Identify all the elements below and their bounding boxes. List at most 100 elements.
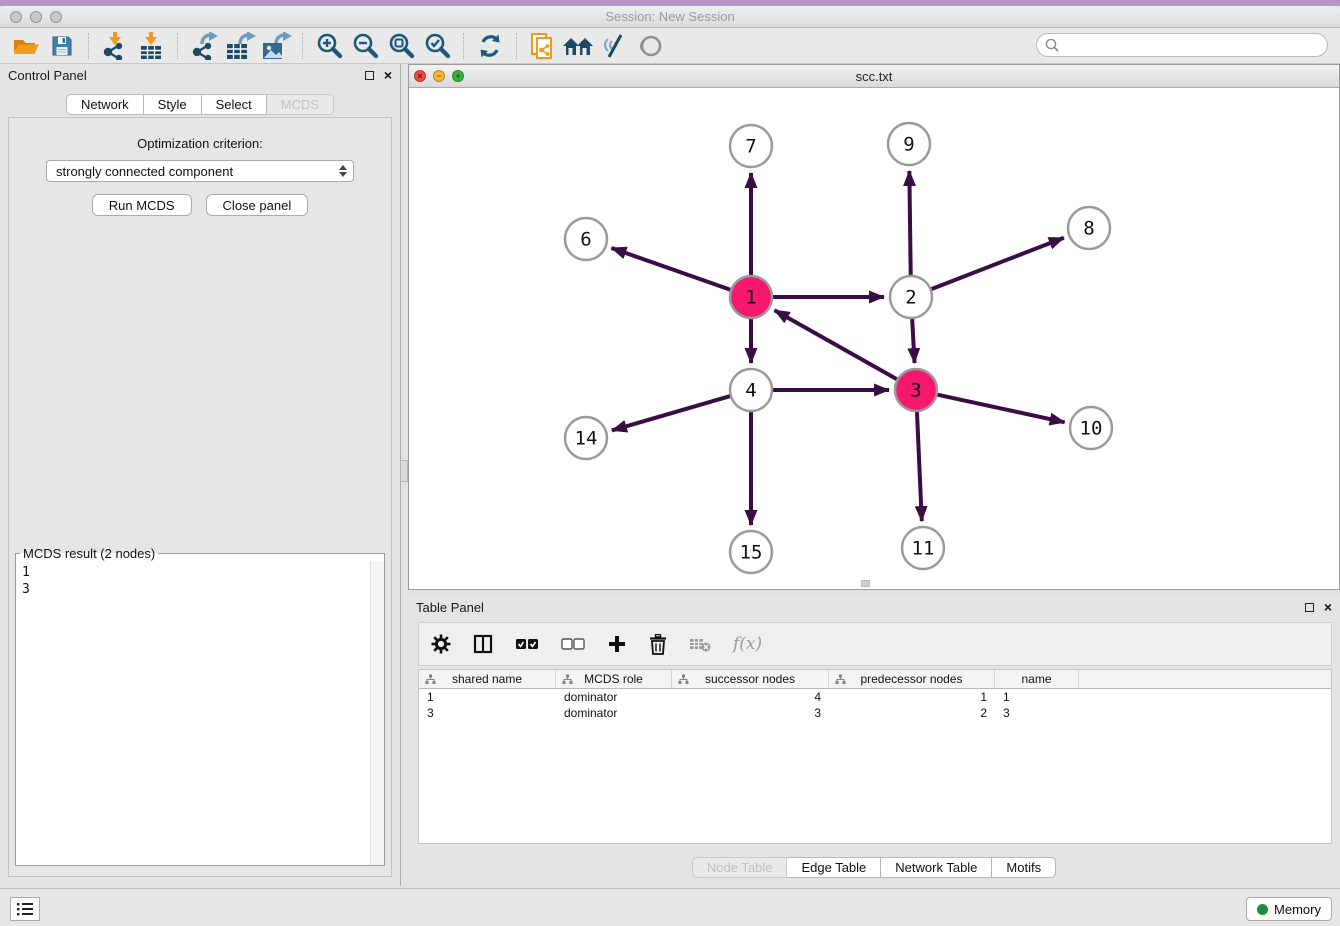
memory-status-icon: [1257, 904, 1268, 915]
zoom-fit-button[interactable]: [383, 31, 419, 61]
result-scrollbar[interactable]: [370, 561, 384, 865]
table-toolbar: f(x): [418, 622, 1332, 666]
column-type-icon: [678, 674, 689, 685]
export-table-button[interactable]: [222, 31, 258, 61]
toolbar-separator: [516, 33, 517, 59]
table-panel: Table Panel ×: [408, 596, 1340, 888]
select-stepper-icon: [339, 161, 347, 181]
close-table-panel-icon[interactable]: ×: [1324, 600, 1332, 614]
optimization-criterion-select[interactable]: strongly connected component: [46, 160, 354, 182]
import-network-icon: [100, 32, 130, 60]
optimization-criterion-label: Optimization criterion:: [9, 136, 391, 151]
show-network-button[interactable]: [633, 31, 669, 61]
column-type-icon: [562, 674, 573, 685]
graph-node-label-10: 10: [1080, 418, 1103, 440]
column-header-shared-name[interactable]: shared name: [419, 670, 556, 688]
cell-name: 1: [995, 690, 1079, 704]
close-panel-icon[interactable]: ×: [384, 68, 392, 82]
network-window-titlebar[interactable]: × − + scc.txt: [409, 65, 1339, 88]
main-titlebar: Session: New Session: [0, 6, 1340, 28]
control-panel: Control Panel × Network Style Select MCD…: [0, 64, 401, 886]
network-canvas[interactable]: 7968124314101511: [409, 88, 1339, 589]
table-row[interactable]: 1 dominator 4 1 1: [419, 689, 1331, 705]
export-image-icon: [260, 32, 292, 60]
save-session-button[interactable]: [44, 31, 80, 61]
mcds-result-line: 3: [22, 581, 363, 598]
memory-button[interactable]: Memory: [1246, 897, 1332, 921]
mcds-tab-content: Optimization criterion: strongly connect…: [8, 117, 392, 877]
network-graph: 7968124314101511: [409, 88, 1339, 589]
tab-edge-table[interactable]: Edge Table: [787, 857, 881, 878]
column-type-icon: [835, 674, 846, 685]
graph-edge-3-11[interactable]: [916, 396, 922, 521]
column-header-predecessor-nodes[interactable]: predecessor nodes: [829, 670, 995, 688]
search-field[interactable]: [1036, 33, 1328, 57]
tab-network-table[interactable]: Network Table: [881, 857, 992, 878]
column-header-name[interactable]: name: [995, 670, 1079, 688]
delete-column-button[interactable]: [649, 634, 667, 655]
table-settings-button[interactable]: [431, 634, 451, 654]
tab-mcds[interactable]: MCDS: [267, 94, 334, 115]
graph-edge-3-10[interactable]: [922, 391, 1065, 422]
open-session-button[interactable]: [8, 31, 44, 61]
select-all-rows-button[interactable]: [515, 637, 539, 651]
cell-mcds-role: dominator: [556, 706, 672, 720]
run-mcds-button[interactable]: Run MCDS: [92, 194, 192, 216]
show-columns-button[interactable]: [473, 634, 493, 654]
table-row[interactable]: 3 dominator 3 2 3: [419, 705, 1331, 721]
import-table-button[interactable]: [133, 31, 169, 61]
show-all-networks-button[interactable]: [561, 31, 597, 61]
graph-edge-4-14[interactable]: [612, 392, 745, 431]
search-icon: [1044, 37, 1060, 53]
cell-predecessor-nodes: 2: [829, 706, 995, 720]
panel-divider-grip[interactable]: [400, 460, 408, 482]
zoom-out-button[interactable]: [347, 31, 383, 61]
memory-label: Memory: [1274, 902, 1321, 917]
delete-table-icon: [689, 635, 711, 653]
graph-node-label-7: 7: [745, 136, 756, 158]
close-panel-button[interactable]: Close panel: [206, 194, 309, 216]
show-network-icon: [637, 33, 665, 59]
export-network-button[interactable]: [186, 31, 222, 61]
graph-edge-3-1[interactable]: [775, 310, 911, 387]
export-image-button[interactable]: [258, 31, 294, 61]
canvas-scrollbar-thumb[interactable]: [861, 580, 870, 587]
toolbar-separator: [88, 33, 89, 59]
tab-style[interactable]: Style: [144, 94, 202, 115]
import-network-button[interactable]: [97, 31, 133, 61]
zoom-selected-button[interactable]: [419, 31, 455, 61]
task-history-button[interactable]: [10, 897, 40, 921]
deselect-all-rows-button[interactable]: [561, 637, 585, 651]
tab-motifs[interactable]: Motifs: [992, 857, 1056, 878]
graph-node-label-4: 4: [745, 380, 756, 402]
main-toolbar: [0, 28, 1340, 64]
column-header-successor-nodes[interactable]: successor nodes: [672, 670, 829, 688]
hide-network-button[interactable]: [597, 31, 633, 61]
zoom-selected-icon: [424, 32, 451, 59]
float-panel-icon[interactable]: [365, 71, 374, 80]
window-title: Session: New Session: [0, 9, 1340, 24]
search-input[interactable]: [1060, 35, 1327, 55]
apply-layout-button[interactable]: [472, 31, 508, 61]
mcds-result-group: MCDS result (2 nodes) 1 3: [15, 546, 385, 866]
zoom-in-icon: [316, 32, 343, 59]
create-column-button[interactable]: [607, 634, 627, 654]
clone-network-button[interactable]: [525, 31, 561, 61]
graph-edge-1-6[interactable]: [611, 248, 745, 295]
add-icon: [607, 634, 627, 654]
application-window: Session: New Session: [0, 0, 1340, 926]
graph-edge-2-8[interactable]: [917, 238, 1064, 295]
graph-node-label-1: 1: [745, 287, 756, 309]
column-type-icon: [425, 674, 436, 685]
cell-mcds-role: dominator: [556, 690, 672, 704]
zoom-in-button[interactable]: [311, 31, 347, 61]
tab-select[interactable]: Select: [202, 94, 267, 115]
tab-network[interactable]: Network: [66, 94, 144, 115]
open-folder-icon: [12, 34, 40, 58]
column-header-mcds-role[interactable]: MCDS role: [556, 670, 672, 688]
import-table-icon: [136, 32, 166, 60]
float-table-panel-icon[interactable]: [1305, 603, 1314, 612]
tab-node-table[interactable]: Node Table: [692, 857, 788, 878]
toolbar-separator: [302, 33, 303, 59]
graph-edge-2-9[interactable]: [909, 171, 911, 291]
